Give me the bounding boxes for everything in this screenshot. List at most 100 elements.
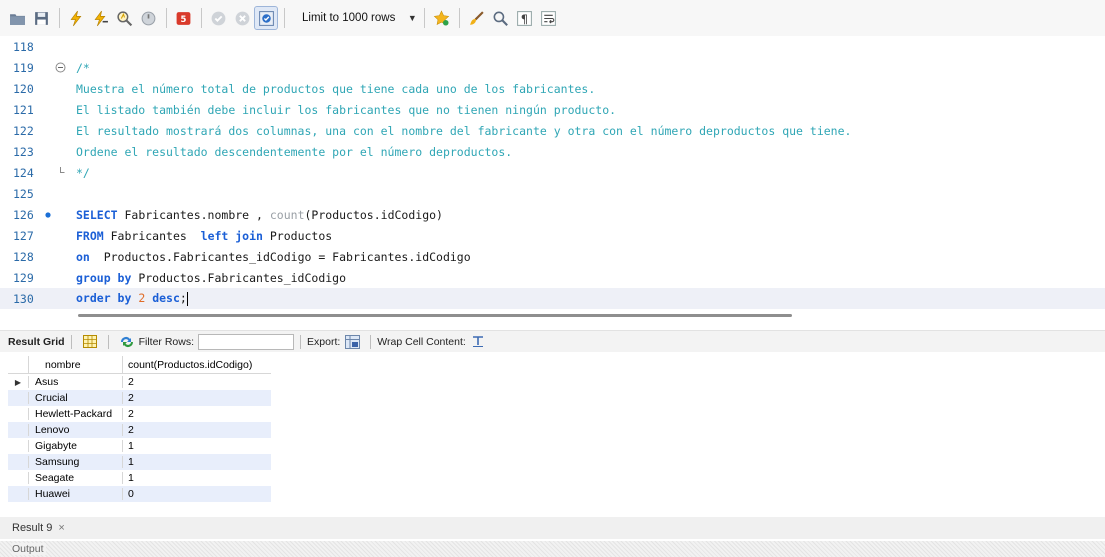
- cell-nombre[interactable]: Asus: [28, 376, 122, 388]
- editor-line: 119 /*: [0, 57, 1105, 78]
- toolbar-separator: [166, 8, 167, 28]
- cell-count[interactable]: 2: [122, 424, 271, 436]
- column-header-nombre[interactable]: nombre: [28, 356, 122, 373]
- wrap-icon[interactable]: [537, 7, 559, 29]
- editor-line: 121 El listado también debe incluir los …: [0, 99, 1105, 120]
- table-row[interactable]: ▶ Asus 2: [8, 374, 271, 390]
- cell-nombre[interactable]: Huawei: [28, 488, 122, 500]
- cell-count[interactable]: 0: [122, 488, 271, 500]
- cell-nombre[interactable]: Hewlett-Packard: [28, 408, 122, 420]
- horizontal-scrollbar[interactable]: [78, 314, 792, 317]
- sql-text: Productos.Fabricantes_idCodigo: [131, 270, 347, 285]
- error-stop-icon[interactable]: 5: [172, 7, 194, 29]
- result-tab-bar: Result 9 ×: [0, 517, 1105, 539]
- line-number: 121: [13, 102, 34, 117]
- chevron-down-icon[interactable]: ▼: [405, 13, 419, 23]
- execute-icon[interactable]: [65, 7, 87, 29]
- explain-icon[interactable]: [113, 7, 135, 29]
- editor-line: 126 SELECT Fabricantes.nombre , count(Pr…: [0, 204, 1105, 225]
- wrap-cell-label: Wrap Cell Content:: [377, 335, 466, 348]
- brush-icon[interactable]: [465, 7, 487, 29]
- save-icon[interactable]: [30, 7, 52, 29]
- cell-count[interactable]: 2: [122, 392, 271, 404]
- stop-icon[interactable]: [137, 7, 159, 29]
- fold-toggle-icon[interactable]: [44, 62, 76, 73]
- table-row[interactable]: Samsung 1: [8, 454, 271, 470]
- sql-number: 2: [138, 291, 146, 306]
- cell-count[interactable]: 1: [122, 440, 271, 452]
- editor-line: 123 Ordene el resultado descendentemente…: [0, 141, 1105, 162]
- filter-rows-label: Filter Rows:: [138, 335, 195, 348]
- fold-end-icon: [44, 167, 76, 178]
- editor-line: 124 */: [0, 162, 1105, 183]
- editor-line-current: 130 order by 2 desc;: [0, 288, 1105, 309]
- comment-text: */: [76, 165, 90, 180]
- sql-keyword: SELECT: [76, 207, 118, 222]
- wrap-cell-icon[interactable]: [470, 335, 486, 349]
- row-limit-select[interactable]: Limit to 1000 rows ▼: [296, 7, 419, 29]
- refresh-icon[interactable]: [119, 335, 135, 349]
- toolbar-separator: [424, 8, 426, 28]
- line-number: 119: [13, 60, 34, 75]
- sql-keyword: on: [76, 249, 90, 264]
- result-grid-label[interactable]: Result Grid: [8, 336, 65, 348]
- editor-line: 120 Muestra el número total de productos…: [0, 78, 1105, 99]
- output-label: Output: [12, 543, 46, 555]
- cell-nombre[interactable]: Samsung: [28, 456, 122, 468]
- comment-text: Muestra el número total de productos que…: [76, 81, 596, 96]
- line-number: 120: [13, 81, 34, 96]
- column-header-count[interactable]: count(Productos.idCodigo): [122, 356, 271, 373]
- comment-text: /*: [76, 60, 90, 75]
- table-row[interactable]: Crucial 2: [8, 390, 271, 406]
- cell-count[interactable]: 2: [122, 376, 271, 388]
- find-icon[interactable]: [489, 7, 511, 29]
- cell-count[interactable]: 2: [122, 408, 271, 420]
- output-panel-header[interactable]: Output: [0, 541, 1105, 557]
- comment-text: El listado también debe incluir los fabr…: [76, 102, 617, 117]
- export-icon[interactable]: [344, 334, 360, 349]
- line-number: 118: [13, 39, 34, 54]
- line-number: 129: [13, 270, 34, 285]
- table-row[interactable]: Gigabyte 1: [8, 438, 271, 454]
- comment-text: Ordene el resultado descendentemente por…: [76, 144, 513, 159]
- beautify-icon[interactable]: [430, 7, 452, 29]
- line-number: 127: [13, 228, 34, 243]
- editor-line: 122 El resultado mostrará dos columnas, …: [0, 120, 1105, 141]
- sql-text: Fabricantes: [103, 228, 201, 243]
- sql-text: Productos: [262, 228, 333, 243]
- sql-keyword: desc: [152, 291, 180, 306]
- filter-rows-input[interactable]: [198, 333, 295, 350]
- grid-layout-icon[interactable]: [82, 335, 98, 349]
- open-folder-icon[interactable]: [6, 7, 28, 29]
- table-row[interactable]: Hewlett-Packard 2: [8, 406, 271, 422]
- table-row[interactable]: Seagate 1: [8, 470, 271, 486]
- editor-line: 127 FROM Fabricantes left join Productos: [0, 225, 1105, 246]
- line-number: 123: [13, 144, 34, 159]
- text-cursor: [186, 291, 188, 306]
- cell-count[interactable]: 1: [122, 456, 271, 468]
- autocommit-icon[interactable]: [254, 6, 278, 30]
- cell-nombre[interactable]: Seagate: [28, 472, 122, 484]
- table-row[interactable]: Lenovo 2: [8, 422, 271, 438]
- commit-icon[interactable]: [207, 7, 229, 29]
- svg-text:5: 5: [180, 15, 186, 25]
- result-grid: nombre count(Productos.idCodigo) ▶ Asus …: [8, 356, 271, 502]
- close-icon[interactable]: ×: [58, 522, 64, 534]
- sql-text: (Productos.idCodigo): [304, 207, 443, 222]
- cell-count[interactable]: 1: [122, 472, 271, 484]
- cell-nombre[interactable]: Lenovo: [28, 424, 122, 436]
- sql-keyword: order by: [76, 291, 132, 306]
- line-number: 125: [13, 186, 34, 201]
- editor-line: 128 on Productos.Fabricantes_idCodigo = …: [0, 246, 1105, 267]
- sql-editor[interactable]: 118 119 /* 120 Muestra el número total d…: [0, 36, 1105, 312]
- table-row[interactable]: Huawei 0: [8, 486, 271, 502]
- toolbar-separator: [459, 8, 461, 28]
- tab-result-9[interactable]: Result 9: [12, 522, 52, 534]
- result-toolbar: Result Grid Filter Rows: Export: Wrap Ce…: [0, 330, 1105, 352]
- invisible-chars-icon[interactable]: ¶: [513, 7, 535, 29]
- cell-nombre[interactable]: Crucial: [28, 392, 122, 404]
- execute-current-icon[interactable]: [89, 7, 111, 29]
- rollback-icon[interactable]: [231, 7, 253, 29]
- cell-nombre[interactable]: Gigabyte: [28, 440, 122, 452]
- sql-text: Productos.Fabricantes_idCodigo = Fabrica…: [89, 249, 471, 264]
